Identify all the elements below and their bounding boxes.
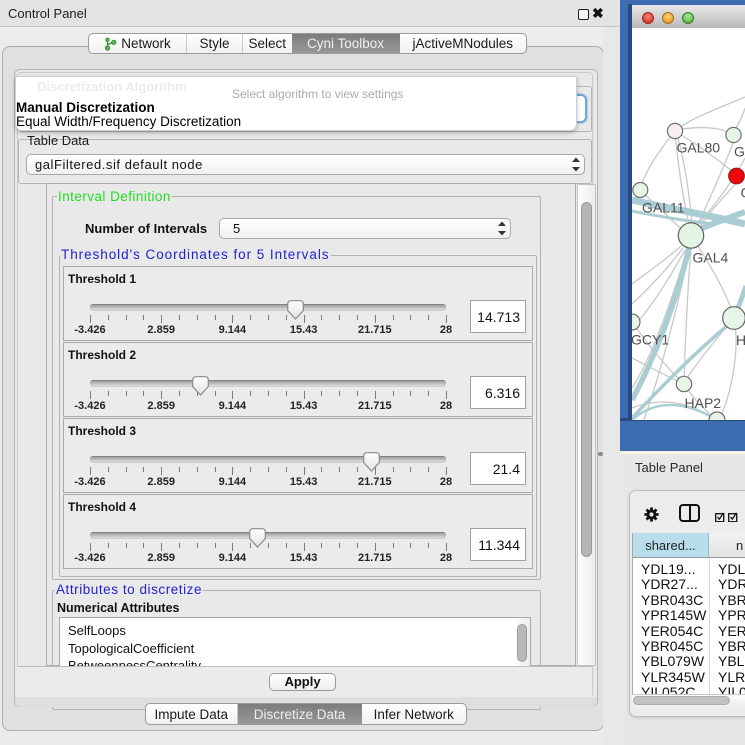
svg-text:HAP2: HAP2 — [685, 395, 722, 411]
svg-text:H: H — [736, 332, 745, 348]
svg-text:GCY1: GCY1 — [632, 332, 669, 348]
svg-text:GAL4: GAL4 — [693, 250, 729, 266]
svg-text:GA: GA — [734, 144, 745, 160]
svg-text:GAL11: GAL11 — [642, 200, 685, 216]
svg-text:G: G — [741, 185, 745, 201]
svg-text:GAL80: GAL80 — [677, 140, 721, 156]
